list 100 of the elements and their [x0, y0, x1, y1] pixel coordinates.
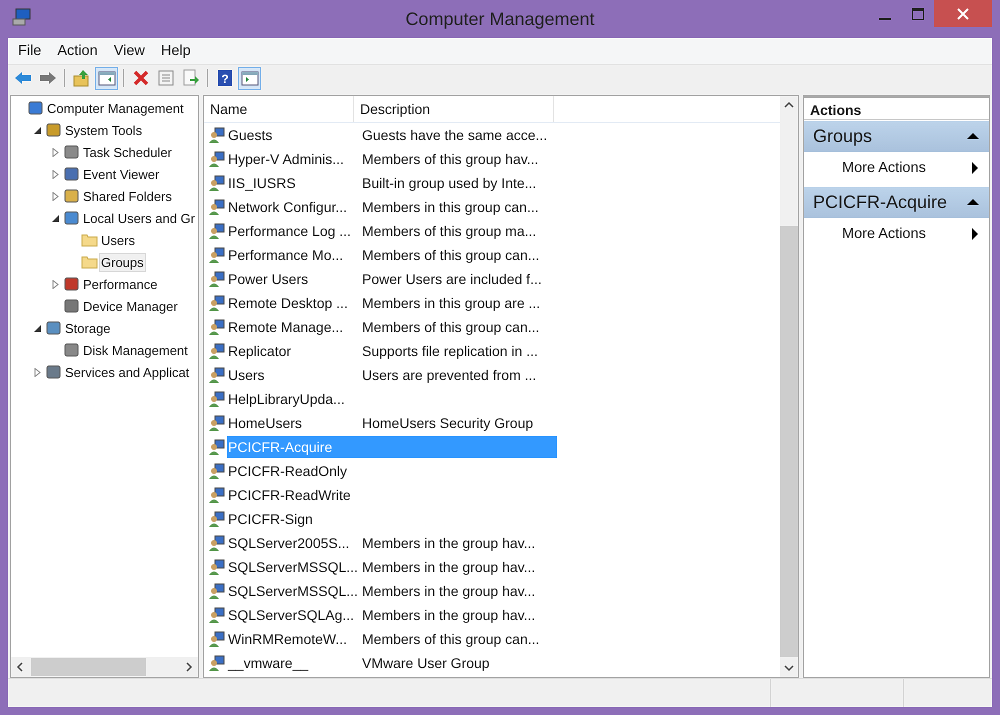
tree-item[interactable]: Shared Folders [81, 186, 174, 206]
table-row[interactable]: Users Users are prevented from ... [227, 364, 557, 386]
collapsed-arrow-icon[interactable] [50, 280, 60, 288]
menu-item[interactable]: View [106, 43, 153, 59]
toolbar-button[interactable] [95, 66, 118, 90]
table-cell: Members in the group hav... [362, 559, 536, 575]
table-row[interactable]: Remote Desktop ... Members in this group are ... [227, 292, 557, 314]
tree-item[interactable]: Groups [99, 252, 146, 272]
table-cell: Members in this group are ... [362, 295, 540, 311]
action-link[interactable]: More Actions [842, 226, 926, 242]
tree-node-icon [63, 210, 80, 226]
window-title: Computer Management [405, 9, 595, 30]
group-icon [209, 511, 225, 527]
table-row[interactable]: __vmware__ VMware User Group [227, 652, 557, 674]
menu-item[interactable]: File [10, 43, 50, 59]
group-icon [209, 271, 225, 287]
group-icon [209, 463, 225, 479]
export-icon [182, 69, 200, 87]
table-cell-text: SQLServerMSSQL... [227, 583, 359, 599]
group-icon [209, 175, 225, 191]
vertical-scrollbar[interactable] [780, 96, 798, 677]
tree-item[interactable]: Local Users and Gr [81, 208, 197, 228]
table-cell-text: Users [227, 367, 266, 383]
tree-item[interactable]: Task Scheduler [81, 142, 174, 162]
column-header[interactable]: Name [204, 96, 354, 122]
close-button[interactable] [934, 0, 992, 27]
table-row[interactable]: HelpLibraryUpda... [227, 388, 557, 410]
group-icon [209, 319, 225, 335]
table-row[interactable]: PCICFR-ReadWrite [227, 484, 557, 506]
table-cell: Users are prevented from ... [362, 367, 536, 383]
table-row[interactable]: HomeUsers HomeUsers Security Group [227, 412, 557, 434]
table-cell-text: WinRMRemoteW... [227, 631, 348, 647]
table-row[interactable]: SQLServerSQLAg... Members in the group hav... [227, 604, 557, 626]
table-cell-text: Guests [227, 127, 274, 143]
column-header[interactable]: Description [354, 96, 554, 122]
menu-item[interactable]: Action [49, 43, 106, 59]
tree-node-icon [45, 364, 62, 380]
tree-node-icon [63, 166, 80, 182]
table-cell-text: PCICFR-ReadOnly [227, 463, 348, 479]
scroll-left-icon[interactable] [15, 662, 25, 672]
horizontal-scrollbar[interactable] [11, 657, 198, 677]
table-row[interactable]: WinRMRemoteW... Members of this group can... [227, 628, 557, 650]
table-row[interactable]: PCICFR-ReadOnly [227, 460, 557, 482]
collapsed-arrow-icon[interactable] [50, 192, 60, 200]
expanded-arrow-icon[interactable] [50, 214, 60, 222]
submenu-arrow-icon [971, 228, 979, 240]
table-row[interactable]: Power Users Power Users are included f... [227, 268, 557, 290]
collapsed-arrow-icon[interactable] [50, 170, 60, 178]
collapsed-arrow-icon[interactable] [32, 368, 42, 376]
tree-item[interactable]: Users [99, 230, 137, 250]
expanded-arrow-icon[interactable] [32, 126, 42, 134]
table-cell-text: PCICFR-Sign [227, 511, 314, 527]
table-row[interactable]: Hyper-V Adminis... Members of this group hav... [227, 148, 557, 170]
table-row[interactable]: Network Configur... Members in this group can... [227, 196, 557, 218]
table-row[interactable]: SQLServerMSSQL... Members in the group hav... [227, 580, 557, 602]
tree-item[interactable]: Computer Management [45, 98, 186, 118]
table-row[interactable]: SQLServer2005S... Members in the group hav... [227, 532, 557, 554]
toolbar-button[interactable] [238, 66, 261, 90]
tree-item[interactable]: Event Viewer [81, 164, 162, 184]
table-cell-text: Replicator [227, 343, 292, 359]
table-cell-text: PCICFR-ReadWrite [227, 487, 352, 503]
table-row[interactable]: Performance Mo... Members of this group can... [227, 244, 557, 266]
section-header[interactable]: Groups [804, 121, 989, 152]
group-icon [209, 631, 225, 647]
menu-item[interactable]: Help [152, 43, 199, 59]
tree-item[interactable]: Disk Management [81, 340, 190, 360]
group-icon [209, 655, 225, 671]
tree-item[interactable]: Storage [63, 318, 113, 338]
group-icon [209, 151, 225, 167]
group-icon [209, 367, 225, 383]
tree-item[interactable]: Performance [81, 274, 160, 294]
table-cell-text: HelpLibraryUpda... [227, 391, 346, 407]
scroll-down-icon[interactable] [783, 663, 795, 673]
tree-item[interactable]: Device Manager [81, 296, 180, 316]
scroll-up-icon[interactable] [783, 100, 795, 110]
scroll-right-icon[interactable] [184, 662, 194, 672]
table-row[interactable]: Replicator Supports file replication in ... [227, 340, 557, 362]
tree-item[interactable]: System Tools [63, 120, 144, 140]
table-cell-text: Network Configur... [227, 199, 348, 215]
table-cell: Members of this group ma... [362, 223, 536, 239]
table-row[interactable]: PCICFR-Sign [227, 508, 557, 530]
section-header[interactable]: PCICFR-Acquire [804, 187, 989, 218]
expanded-arrow-icon[interactable] [32, 324, 42, 332]
tree-node-icon [27, 100, 44, 116]
table-row[interactable]: Performance Log ... Members of this group ma... [227, 220, 557, 242]
action-link[interactable]: More Actions [842, 160, 926, 176]
table-cell-text: Performance Log ... [227, 223, 352, 239]
tree-item[interactable]: Services and Applicat [63, 362, 192, 382]
table-row[interactable]: SQLServerMSSQL... Members in the group hav... [227, 556, 557, 578]
table-row[interactable]: IIS_IUSRS Built-in group used by Inte... [227, 172, 557, 194]
table-row[interactable]: Guests Guests have the same acce... [227, 124, 557, 146]
close-icon [956, 6, 970, 20]
tree-node-icon [45, 122, 62, 138]
table-cell: VMware User Group [362, 655, 490, 671]
table-cell-text: Remote Desktop ... [227, 295, 349, 311]
table-cell-text: Remote Manage... [227, 319, 344, 335]
table-cell-text: IIS_IUSRS [227, 175, 297, 191]
table-row[interactable]: Remote Manage... Members of this group can... [227, 316, 557, 338]
table-cell: Built-in group used by Inte... [362, 175, 536, 191]
collapsed-arrow-icon[interactable] [50, 148, 60, 156]
